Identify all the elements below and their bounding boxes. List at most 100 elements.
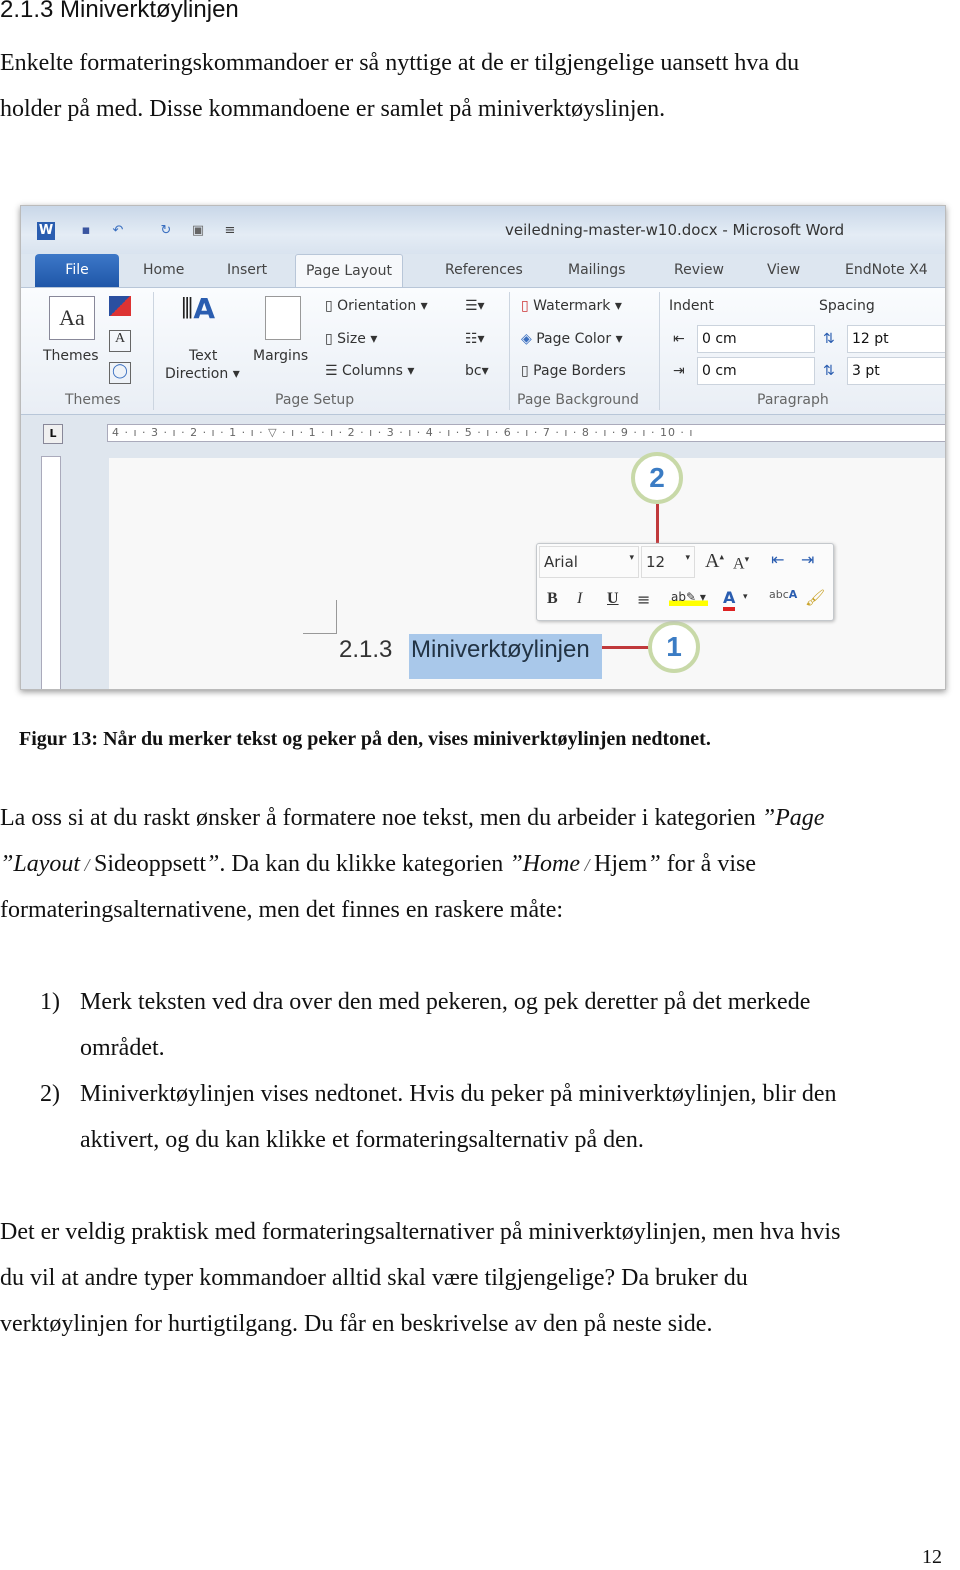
page-number: 12 <box>922 1546 942 1568</box>
tab-view[interactable]: View <box>767 262 800 278</box>
page-color-label: Page Color ▾ <box>536 331 623 347</box>
underline-icon[interactable]: U <box>607 590 619 608</box>
shrink-font-icon[interactable]: A▾ <box>733 554 749 573</box>
list-item-line: Merk teksten ved dra over den med pekere… <box>80 989 811 1015</box>
intro-line: holder på med. Disse kommandoene er saml… <box>0 96 666 122</box>
tab-selector-button[interactable]: L <box>43 424 63 444</box>
columns-label: Columns ▾ <box>342 363 415 379</box>
orientation-label: Orientation ▾ <box>337 298 428 314</box>
indent-left-input[interactable]: 0 cm <box>697 325 815 353</box>
font-value: Arial <box>544 553 578 571</box>
watermark-button[interactable]: ▯ Watermark ▾ <box>521 298 622 314</box>
list-item-line: Miniverktøylinjen vises nedtonet. Hvis d… <box>80 1081 837 1107</box>
paragraph-line: verktøylinjen for hurtigtilgang. Du får … <box>0 1311 713 1337</box>
print-preview-icon: ▣ <box>191 223 205 238</box>
group-label-themes: Themes <box>65 392 121 408</box>
spacing-before-input[interactable]: 12 pt <box>847 325 945 353</box>
spacing-label: Spacing <box>819 298 875 314</box>
doc-heading-number: 2.1.3 <box>339 636 393 663</box>
text-direction-icon[interactable]: ⦀A <box>181 292 215 326</box>
tab-home[interactable]: Home <box>143 262 184 278</box>
decrease-indent-icon[interactable]: ⇤ <box>771 550 784 569</box>
italic-icon[interactable]: I <box>577 590 582 608</box>
indent-right-icon: ⇥ <box>673 363 685 379</box>
group-label-paragraph: Paragraph <box>757 392 829 408</box>
spacing-before-icon: ⇅ <box>823 331 835 347</box>
intro-line: Enkelte formateringskommandoer er så nyt… <box>0 50 800 76</box>
word-logo-icon: W <box>37 222 55 240</box>
page-borders-icon: ▯ <box>521 363 529 379</box>
font-size-select[interactable]: 12 ▾ <box>641 546 695 578</box>
center-align-icon[interactable]: ≡ <box>637 590 650 609</box>
selected-heading-text[interactable]: Miniverktøylinjen <box>409 634 602 679</box>
theme-colors-icon[interactable] <box>109 296 131 316</box>
callout-1: 1 <box>648 621 700 673</box>
figure-word-screenshot: W ▪ ↶ ↻ ▣ ≡ veiledning-master-w10.docx -… <box>20 205 946 690</box>
paragraph-line: ”Layout / Sideoppsett”. Da kan du klikke… <box>0 851 756 877</box>
page-borders-label: Page Borders <box>533 363 626 379</box>
themes-button[interactable]: Themes <box>43 348 99 364</box>
page-color-button[interactable]: ◈ Page Color ▾ <box>521 331 623 347</box>
size-button[interactable]: ▯ Size ▾ <box>325 331 377 347</box>
theme-fonts-icon[interactable]: A <box>109 330 131 352</box>
indent-left-icon: ⇤ <box>673 331 685 347</box>
highlight-icon[interactable]: ab✎ ▾ <box>669 588 708 606</box>
section-heading: 2.1.3 Miniverktøylinjen <box>0 0 239 23</box>
format-painter-icon[interactable]: 🖌 <box>805 588 825 607</box>
hyphenation-icon[interactable]: bc▾ <box>465 363 489 379</box>
callout-line-2 <box>656 504 659 544</box>
list-item-line: området. <box>80 1035 165 1061</box>
font-color-icon[interactable]: A <box>723 588 736 611</box>
font-select[interactable]: Arial ▾ <box>539 546 639 578</box>
themes-icon[interactable]: Aa <box>49 296 95 340</box>
margin-corner-mark <box>303 600 337 634</box>
ribbon-tabs: File Home Insert Page Layout References … <box>21 254 945 288</box>
line-numbers-icon[interactable]: ☷▾ <box>465 331 485 347</box>
grow-font-icon[interactable]: A▴ <box>705 550 724 573</box>
undo-icon: ↶ <box>112 223 124 238</box>
group-label-page-background: Page Background <box>517 392 639 408</box>
tab-references[interactable]: References <box>445 262 523 278</box>
watermark-label: Watermark ▾ <box>533 298 622 314</box>
paragraph-line: du vil at andre typer kommandoer alltid … <box>0 1265 748 1291</box>
callout-line-1 <box>602 646 650 649</box>
size-label: Size ▾ <box>337 331 378 347</box>
font-size-value: 12 <box>646 553 666 571</box>
increase-indent-icon[interactable]: ⇥ <box>801 550 814 569</box>
tab-page-layout[interactable]: Page Layout <box>295 254 403 288</box>
mini-toolbar[interactable]: Arial ▾ 12 ▾ A▴ A▾ ⇤ ⇥ B I U ≡ ab✎ ▾ A ▾ a… <box>536 543 834 621</box>
horizontal-ruler[interactable]: 4 · ı · 3 · ı · 2 · ı · 1 · ı · ▽ · ı · … <box>107 424 945 442</box>
orientation-button[interactable]: ▯ Orientation ▾ <box>325 298 428 314</box>
page-borders-button[interactable]: ▯ Page Borders <box>521 363 626 379</box>
font-color-dropdown[interactable]: ▾ <box>743 592 748 602</box>
save-icon: ▪ <box>81 223 91 238</box>
list-item-line: aktivert, og du kan klikke et formaterin… <box>80 1127 644 1153</box>
theme-effects-icon[interactable]: ◯ <box>109 362 131 384</box>
title-bar: W ▪ ↶ ↻ ▣ ≡ veiledning-master-w10.docx -… <box>21 206 945 254</box>
tab-mailings[interactable]: Mailings <box>568 262 625 278</box>
ribbon: Aa Themes A ◯ ⦀A Text Direction ▾ Margin… <box>21 287 945 415</box>
indent-right-input[interactable]: 0 cm <box>697 357 815 385</box>
tab-endnote[interactable]: EndNote X4 <box>845 262 928 278</box>
callout-2: 2 <box>631 452 683 504</box>
tab-insert[interactable]: Insert <box>227 262 267 278</box>
spacing-after-input[interactable]: 3 pt <box>847 357 945 385</box>
text-direction-label[interactable]: Text <box>189 348 217 364</box>
bold-icon[interactable]: B <box>547 590 558 608</box>
redo-icon: ↻ <box>160 223 172 238</box>
text-direction-label-2[interactable]: Direction ▾ <box>165 366 240 382</box>
indent-label: Indent <box>669 298 714 314</box>
list-number: 2) <box>40 1081 60 1107</box>
list-number: 1) <box>40 989 60 1015</box>
paragraph-line: formateringsalternativene, men det finne… <box>0 897 564 923</box>
tab-file[interactable]: File <box>35 254 119 287</box>
page-color-icon: ◈ <box>521 331 532 347</box>
styles-icon[interactable]: abcA <box>769 588 797 601</box>
tab-review[interactable]: Review <box>674 262 724 278</box>
margins-button[interactable]: Margins <box>253 348 308 364</box>
margins-icon[interactable] <box>265 296 301 340</box>
vertical-ruler[interactable] <box>41 456 61 689</box>
columns-button[interactable]: ☰ Columns ▾ <box>325 363 414 379</box>
breaks-icon[interactable]: ☰▾ <box>465 298 485 314</box>
figure-caption: Figur 13: Når du merker tekst og peker p… <box>19 728 711 750</box>
